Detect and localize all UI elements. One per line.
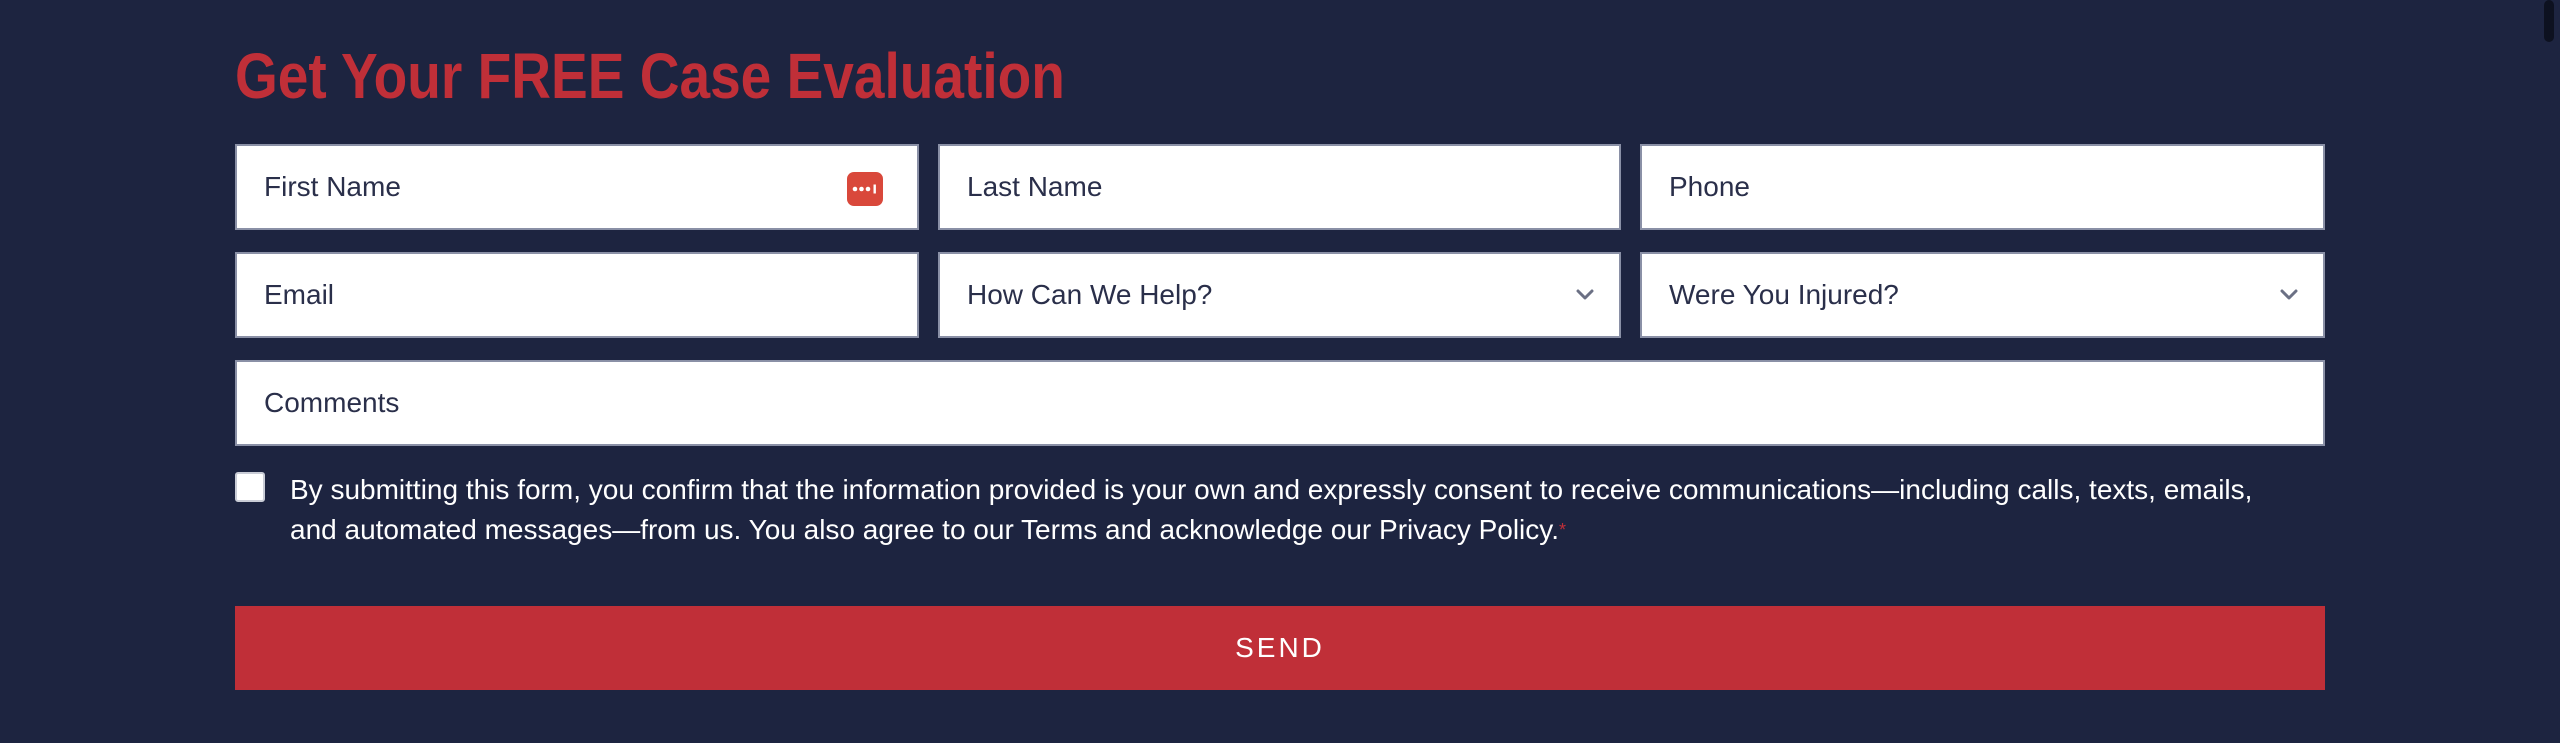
comments-input[interactable] xyxy=(237,362,2323,444)
consent-label: By submitting this form, you confirm tha… xyxy=(290,474,2253,545)
how-can-we-help-value: How Can We Help? xyxy=(967,279,1213,310)
phone-input[interactable] xyxy=(1642,146,2323,228)
send-button[interactable]: SEND xyxy=(235,606,2325,690)
consent-row: By submitting this form, you confirm tha… xyxy=(235,470,2325,550)
consent-text: By submitting this form, you confirm tha… xyxy=(290,470,2300,550)
last-name-field[interactable] xyxy=(938,144,1621,230)
email-input[interactable] xyxy=(237,254,917,336)
page: Get Your FREE Case Evaluation First Name… xyxy=(0,0,2560,743)
required-mark: * xyxy=(1558,520,1566,540)
chevron-down-icon xyxy=(2277,283,2301,307)
last-name-input[interactable] xyxy=(940,146,1619,228)
first-name-input[interactable] xyxy=(237,146,917,228)
were-you-injured-value: Were You Injured? xyxy=(1669,279,1899,310)
scrollbar-thumb[interactable] xyxy=(2544,0,2554,42)
email-field[interactable] xyxy=(235,252,919,338)
chevron-down-icon xyxy=(1573,283,1597,307)
phone-field[interactable] xyxy=(1640,144,2325,230)
scrollbar[interactable] xyxy=(2538,0,2560,743)
password-manager-icon[interactable] xyxy=(847,172,883,206)
comments-field[interactable] xyxy=(235,360,2325,446)
form-title: Get Your FREE Case Evaluation xyxy=(235,40,1065,112)
consent-checkbox[interactable] xyxy=(235,472,265,502)
were-you-injured-select[interactable]: Were You Injured? xyxy=(1640,252,2325,338)
first-name-field[interactable] xyxy=(235,144,919,230)
how-can-we-help-select[interactable]: How Can We Help? xyxy=(938,252,1621,338)
